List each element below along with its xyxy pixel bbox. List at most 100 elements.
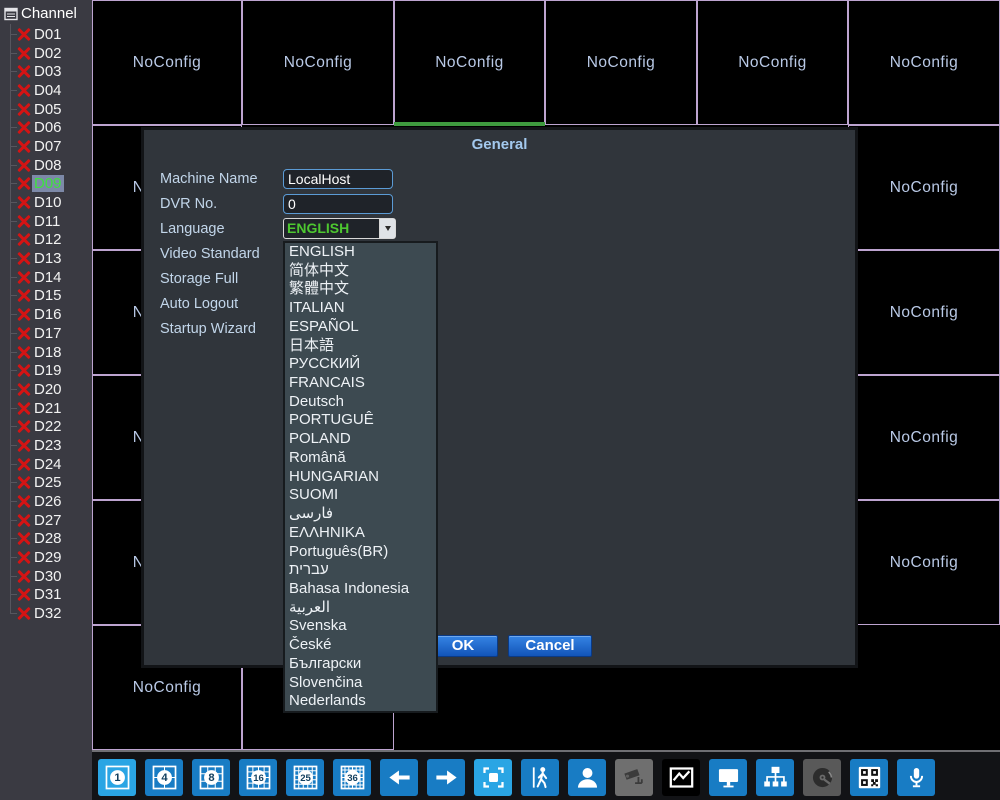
tree-stub	[10, 52, 17, 54]
channel-item-D11[interactable]: D11	[0, 212, 92, 231]
channel-item-D31[interactable]: D31	[0, 586, 92, 605]
next-page-button[interactable]	[427, 759, 465, 796]
language-option[interactable]: Bahasa Indonesia	[285, 580, 436, 599]
channel-item-D17[interactable]: D17	[0, 324, 92, 343]
ok-button[interactable]: OK	[428, 635, 498, 657]
channel-item-D09[interactable]: D09	[0, 175, 92, 194]
bitrate-chart-button[interactable]	[662, 759, 700, 796]
view-8-button[interactable]: 8	[192, 759, 230, 796]
channel-item-D04[interactable]: D04	[0, 81, 92, 100]
language-option[interactable]: SUOMI	[285, 486, 436, 505]
combo-dropdown-button[interactable]	[379, 219, 395, 238]
view-36-button[interactable]: 36	[333, 759, 371, 796]
video-cell-r4c6[interactable]: NoConfig	[848, 375, 1000, 500]
video-cell-r5c6[interactable]: NoConfig	[848, 500, 1000, 625]
monitor-button[interactable]	[709, 759, 747, 796]
language-option[interactable]: العربية	[285, 599, 436, 618]
channel-item-D19[interactable]: D19	[0, 361, 92, 380]
channel-header: Channel	[0, 0, 92, 25]
tree-stub	[10, 388, 17, 390]
machine-name-field[interactable]	[283, 169, 393, 189]
channel-item-D02[interactable]: D02	[0, 44, 92, 63]
dialog-title: General	[471, 136, 528, 153]
microphone-button[interactable]	[897, 759, 935, 796]
language-option[interactable]: FRANCAIS	[285, 374, 436, 393]
language-option[interactable]: Nederlands	[285, 692, 436, 711]
channel-item-D08[interactable]: D08	[0, 156, 92, 175]
channel-item-D20[interactable]: D20	[0, 380, 92, 399]
disconnected-x-icon	[17, 513, 31, 527]
language-option[interactable]: ΕΛΛΗΝΙΚΑ	[285, 524, 436, 543]
channel-item-D32[interactable]: D32	[0, 604, 92, 623]
language-option[interactable]: Svenska	[285, 617, 436, 636]
video-cell-r1c2[interactable]: NoConfig	[242, 0, 394, 125]
video-cell-r3c6[interactable]: NoConfig	[848, 250, 1000, 375]
network-button[interactable]	[756, 759, 794, 796]
view-25-button[interactable]: 25	[286, 759, 324, 796]
dvr-no-field[interactable]	[283, 194, 393, 214]
channel-item-D07[interactable]: D07	[0, 137, 92, 156]
video-cell-r2c6[interactable]: NoConfig	[848, 125, 1000, 250]
hard-disk-button[interactable]	[803, 759, 841, 796]
qr-code-button[interactable]	[850, 759, 888, 796]
channel-item-D22[interactable]: D22	[0, 417, 92, 436]
disconnected-x-icon	[17, 270, 31, 284]
channel-item-D28[interactable]: D28	[0, 530, 92, 549]
language-option[interactable]: České	[285, 636, 436, 655]
fullscreen-button[interactable]	[474, 759, 512, 796]
language-option[interactable]: فارسى	[285, 505, 436, 524]
language-option[interactable]: PORTUGUÊ	[285, 411, 436, 430]
channel-item-D29[interactable]: D29	[0, 548, 92, 567]
language-option[interactable]: РУССКИЙ	[285, 355, 436, 374]
channel-item-D21[interactable]: D21	[0, 399, 92, 418]
language-option[interactable]: POLAND	[285, 430, 436, 449]
language-option[interactable]: ENGLISH	[285, 243, 436, 262]
channel-item-D15[interactable]: D15	[0, 287, 92, 306]
language-option[interactable]: Português(BR)	[285, 543, 436, 562]
language-option[interactable]: Română	[285, 449, 436, 468]
language-combo[interactable]: ENGLISH	[283, 218, 396, 239]
language-option[interactable]: ITALIAN	[285, 299, 436, 318]
channel-item-D25[interactable]: D25	[0, 474, 92, 493]
channel-item-D12[interactable]: D12	[0, 231, 92, 250]
view-4-button[interactable]: 4	[145, 759, 183, 796]
language-option[interactable]: 日本語	[285, 337, 436, 356]
video-cell-r1c6[interactable]: NoConfig	[848, 0, 1000, 125]
language-option[interactable]: Slovenčina	[285, 674, 436, 693]
language-option[interactable]: ESPAÑOL	[285, 318, 436, 337]
channel-item-D30[interactable]: D30	[0, 567, 92, 586]
channel-item-D27[interactable]: D27	[0, 511, 92, 530]
channel-item-D26[interactable]: D26	[0, 492, 92, 511]
channel-item-D14[interactable]: D14	[0, 268, 92, 287]
channel-item-D03[interactable]: D03	[0, 62, 92, 81]
channel-item-D23[interactable]: D23	[0, 436, 92, 455]
video-cell-r1c4[interactable]: NoConfig	[545, 0, 697, 125]
camera-button[interactable]	[615, 759, 653, 796]
face-detect-button[interactable]	[568, 759, 606, 796]
selected-cell-highlight	[394, 122, 545, 126]
channel-item-D18[interactable]: D18	[0, 343, 92, 362]
channel-item-D01[interactable]: D01	[0, 25, 92, 44]
view-1-button[interactable]: 1	[98, 759, 136, 796]
motion-detect-button[interactable]	[521, 759, 559, 796]
channel-item-D06[interactable]: D06	[0, 118, 92, 137]
language-option[interactable]: Deutsch	[285, 393, 436, 412]
language-option[interactable]: 简体中文	[285, 262, 436, 281]
view-16-button[interactable]: 16	[239, 759, 277, 796]
language-option[interactable]: עברית	[285, 561, 436, 580]
video-cell-r1c3[interactable]: NoConfig	[394, 0, 545, 125]
tree-stub	[10, 613, 17, 615]
channel-item-D10[interactable]: D10	[0, 193, 92, 212]
no-config-label: NoConfig	[435, 53, 504, 71]
channel-item-D16[interactable]: D16	[0, 305, 92, 324]
language-option[interactable]: 繁體中文	[285, 280, 436, 299]
cancel-button[interactable]: Cancel	[508, 635, 592, 657]
language-option[interactable]: Български	[285, 655, 436, 674]
video-cell-r1c5[interactable]: NoConfig	[697, 0, 848, 125]
language-option[interactable]: HUNGARIAN	[285, 468, 436, 487]
video-cell-r1c1[interactable]: NoConfig	[92, 0, 242, 125]
channel-item-D13[interactable]: D13	[0, 249, 92, 268]
channel-item-D24[interactable]: D24	[0, 455, 92, 474]
prev-page-button[interactable]	[380, 759, 418, 796]
channel-item-D05[interactable]: D05	[0, 100, 92, 119]
